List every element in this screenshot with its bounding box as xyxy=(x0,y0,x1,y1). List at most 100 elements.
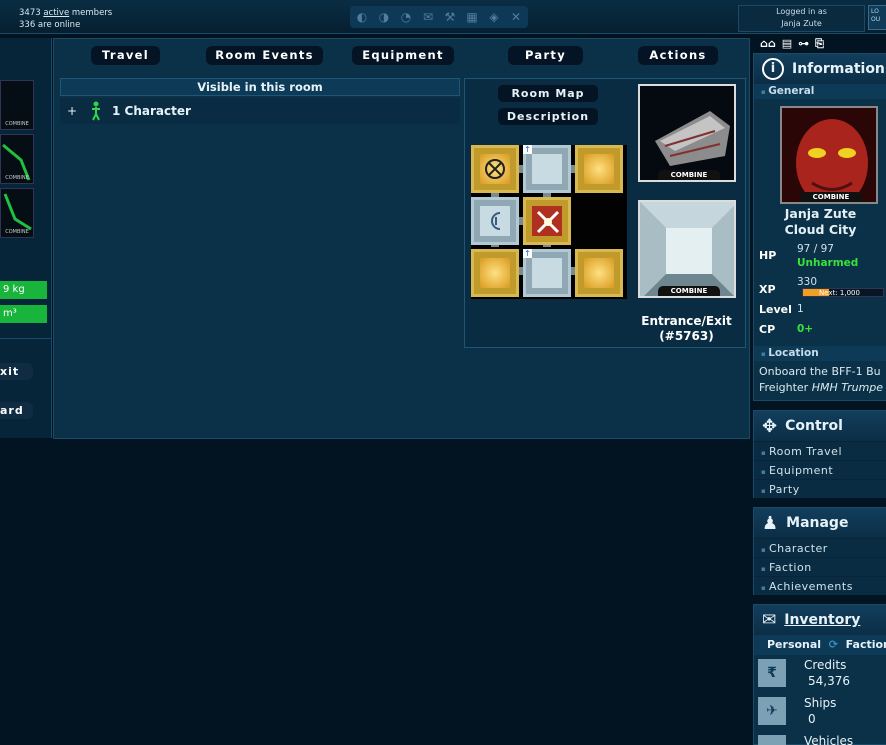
ships-value: 0 xyxy=(808,712,816,726)
inventory-title[interactable]: Inventory xyxy=(784,612,860,628)
galaxy-icon[interactable]: ◐ xyxy=(354,10,370,24)
sidebar-item-room-travel[interactable]: Room Travel xyxy=(754,441,886,460)
xp-progress-bar: Next: 1,000 xyxy=(802,288,884,297)
package-icon[interactable]: ◈ xyxy=(486,10,502,24)
character-name[interactable]: Janja Zute xyxy=(754,206,886,222)
character-portrait[interactable]: COMBINE xyxy=(780,106,878,204)
sidebar-item-party[interactable]: Party xyxy=(754,479,886,498)
actions-button[interactable]: Actions xyxy=(638,46,718,65)
ships-label: Ships xyxy=(804,696,837,710)
character-info: Janja Zute Cloud City xyxy=(754,206,886,238)
sidebar-item-equipment[interactable]: Equipment xyxy=(754,460,886,479)
up-arrow-icon: ↑ xyxy=(523,249,532,258)
id-card-icon[interactable]: ▤ xyxy=(782,37,792,51)
ships-row[interactable]: ✈ Ships 0 xyxy=(754,693,886,731)
location-ship-name: HMH Trumpe xyxy=(811,381,884,394)
map-room[interactable] xyxy=(471,249,519,297)
control-header: ✥ Control xyxy=(754,411,886,441)
inventory-tabs: Personal ⟳ Faction xyxy=(754,635,886,655)
swap-icon[interactable]: ⟳ xyxy=(825,638,842,651)
item-thumbnail[interactable]: COMBINE xyxy=(0,80,34,130)
person-manage-icon: ♟ xyxy=(762,512,779,534)
expand-button[interactable]: + xyxy=(60,104,84,118)
room-events-button[interactable]: Room Events xyxy=(206,46,323,65)
control-title: Control xyxy=(785,418,843,434)
character-count[interactable]: 1 Character xyxy=(108,104,191,118)
sidebar-item-achievements[interactable]: Achievements xyxy=(754,576,886,595)
logged-in-label: Logged in as xyxy=(776,7,827,16)
exit-id: (#5763) xyxy=(659,329,714,343)
left-column: COMBINE COMBINE COMBINE 9 kg m³ xit ard xyxy=(0,38,52,438)
active-members-link[interactable]: active xyxy=(43,8,69,18)
item-thumbnail[interactable]: COMBINE xyxy=(0,134,34,184)
location-line1[interactable]: Onboard the BFF-1 Bu xyxy=(759,364,886,380)
key-icon[interactable]: ⊶ xyxy=(798,37,809,51)
weight-badge: 9 kg xyxy=(0,281,47,299)
hp-status: Unharmed xyxy=(797,257,859,269)
online-stats: 3473 active members 336 are online xyxy=(19,7,112,31)
combine-logo: COMBINE xyxy=(658,170,720,180)
location-line2[interactable]: Freighter HMH Trumpe xyxy=(759,380,886,396)
xp-next: Next: 1,000 xyxy=(819,289,860,297)
travel-button[interactable]: Travel xyxy=(91,46,160,65)
map-room[interactable] xyxy=(575,145,623,193)
room-map: ↑ ↑ xyxy=(471,145,627,299)
main-panel: Travel Room Events Equipment Party Actio… xyxy=(53,38,750,439)
username[interactable]: Janja Zute xyxy=(739,18,864,30)
hp-value: 97 / 97 xyxy=(797,243,834,255)
character-location[interactable]: Cloud City xyxy=(754,222,886,238)
combine-logo: COMBINE xyxy=(5,229,29,235)
home-icon[interactable]: ⌂⌂ xyxy=(760,37,776,51)
map-room[interactable] xyxy=(575,249,623,297)
map-room-current[interactable] xyxy=(523,197,571,245)
members-label: members xyxy=(71,8,113,18)
party-button[interactable]: Party xyxy=(508,46,583,65)
combat-icon[interactable]: ✕ xyxy=(508,10,524,24)
tab-personal[interactable]: Personal xyxy=(767,638,821,651)
settings-icon[interactable]: ⎘ xyxy=(815,37,824,51)
ship-image[interactable]: COMBINE xyxy=(638,84,736,182)
sidebar-item-faction[interactable]: Faction xyxy=(754,557,886,576)
map-room-blocked[interactable] xyxy=(471,145,519,193)
mail-icon[interactable]: ✉ xyxy=(420,10,436,24)
board-button[interactable]: ard xyxy=(0,402,33,419)
chat-icon[interactable]: ◑ xyxy=(376,10,392,24)
logout-button[interactable]: LO OU xyxy=(868,5,886,30)
up-arrow-icon: ↑ xyxy=(523,145,532,154)
manage-panel: ♟ Manage Character Faction Achievements xyxy=(753,507,886,595)
news-icon[interactable]: ◔ xyxy=(398,10,414,24)
entrance-icon xyxy=(491,212,501,230)
tab-faction[interactable]: Faction xyxy=(846,638,886,651)
credits-row[interactable]: ₹ Credits 54,376 xyxy=(754,655,886,693)
hp-row: HP 97 / 97 Unharmed xyxy=(759,242,884,270)
vehicles-row[interactable]: Vehicles xyxy=(754,731,886,745)
visible-title: Visible in this room xyxy=(60,78,460,96)
manage-header: ♟ Manage xyxy=(754,508,886,538)
ship-icon: ✈ xyxy=(758,697,786,725)
move-arrows-icon: ✥ xyxy=(762,415,778,437)
tools-icon[interactable]: ⚒ xyxy=(442,10,458,24)
exit-button[interactable]: xit xyxy=(0,363,33,380)
item-thumbnail[interactable]: COMBINE xyxy=(0,188,34,238)
market-icon[interactable]: ▦ xyxy=(464,10,480,24)
room-image[interactable]: COMBINE xyxy=(638,200,736,298)
info-icon: i xyxy=(762,58,784,80)
manage-title: Manage xyxy=(786,515,849,531)
members-count: 3473 xyxy=(19,8,41,18)
location-text: Onboard the BFF-1 Bu Freighter HMH Trump… xyxy=(759,364,886,396)
sidebar-item-character[interactable]: Character xyxy=(754,538,886,557)
equipment-button[interactable]: Equipment xyxy=(352,46,454,65)
map-room-entrance[interactable] xyxy=(471,197,519,245)
credits-value: 54,376 xyxy=(808,674,850,688)
level-label: Level xyxy=(759,303,792,316)
cp-value[interactable]: 0+ xyxy=(797,323,813,336)
visible-in-room-panel: Visible in this room + 1 Character xyxy=(60,78,460,128)
description-button[interactable]: Description xyxy=(498,108,598,125)
xp-label: XP xyxy=(759,283,776,296)
room-map-button[interactable]: Room Map xyxy=(498,85,598,102)
vehicle-icon xyxy=(758,735,786,745)
combine-logo: COMBINE xyxy=(5,175,29,181)
volume-badge: m³ xyxy=(0,305,47,323)
combine-logo: COMBINE xyxy=(800,192,862,202)
character-row[interactable]: + 1 Character xyxy=(60,98,460,124)
